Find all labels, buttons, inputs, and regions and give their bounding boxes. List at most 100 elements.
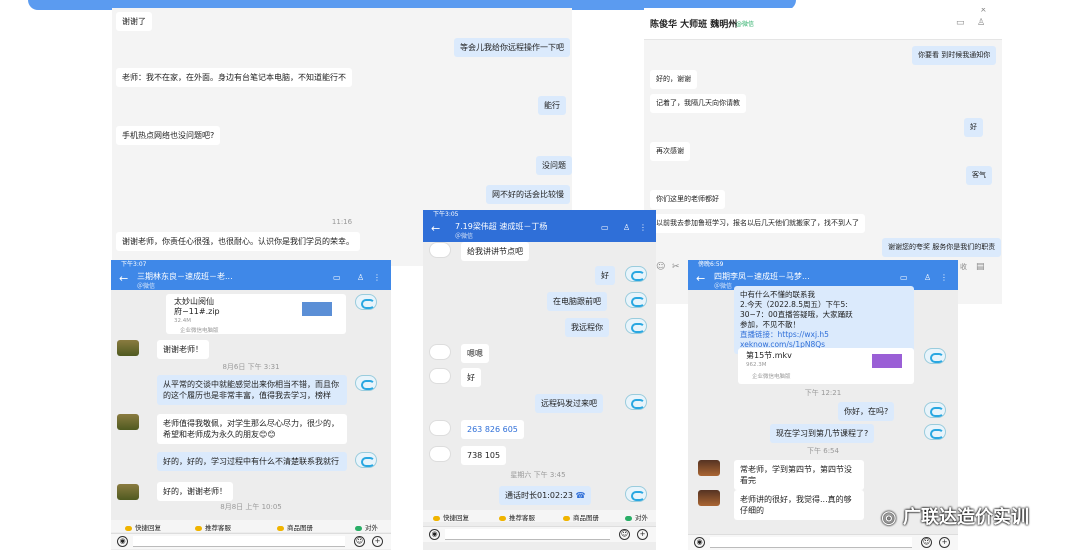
avatar[interactable] <box>698 460 720 476</box>
message-bubble: 我远程你 <box>565 318 609 337</box>
message-input[interactable] <box>710 537 912 548</box>
more-icon[interactable]: ⋮ <box>940 273 948 282</box>
message-bubble: 再次感谢 <box>650 142 690 161</box>
avatar[interactable] <box>924 348 946 364</box>
collapse-label[interactable]: 收 <box>960 262 967 272</box>
message-bubble: 好的，谢谢 <box>650 70 697 89</box>
message-input[interactable] <box>133 536 345 547</box>
message-bubble: 你要看 到时候我通知你 <box>912 46 997 65</box>
message-bubble: 谢谢老师！ <box>157 340 209 359</box>
avatar[interactable] <box>429 344 451 360</box>
plus-icon[interactable]: + <box>372 536 383 547</box>
watermark-logo: ◎ 广联达造价实训 <box>881 507 1029 528</box>
plus-icon[interactable]: + <box>939 537 950 548</box>
call-duration: 通话时长01:02:23 <box>505 491 573 500</box>
avatar[interactable] <box>355 375 377 391</box>
back-icon[interactable]: ← <box>696 272 705 285</box>
file-name: 太妙山阅仙 <box>174 297 214 306</box>
message-bubble: 好 <box>461 368 481 387</box>
avatar[interactable] <box>117 484 139 500</box>
video-call-icon[interactable]: ▭ <box>333 273 341 282</box>
call-duration-message[interactable]: 通话时长01:02:23 ☎ <box>499 486 592 505</box>
message-bubble: 好的，好的，学习过程中有什么不清楚联系我就行 <box>157 452 347 471</box>
more-icon[interactable]: ⋮ <box>373 273 381 282</box>
avatar[interactable] <box>355 452 377 468</box>
external-button[interactable]: 对外 <box>625 512 648 522</box>
avatar[interactable] <box>625 318 647 334</box>
avatar[interactable] <box>625 486 647 502</box>
voice-icon[interactable]: ◉ <box>429 529 440 540</box>
status-bar: 傍晚6:59 <box>688 260 958 270</box>
quick-actions: 快捷回复 推荐客服 商品图册 对外 <box>423 510 656 522</box>
file-name: 第15节.mkv <box>746 351 792 360</box>
voice-icon[interactable]: ◉ <box>694 537 705 548</box>
people-icon[interactable]: ♙ <box>623 223 630 232</box>
emoji-icon[interactable]: ☺ <box>656 262 665 272</box>
add-member-icon[interactable]: ♙ <box>977 18 985 28</box>
quick-reply-button[interactable]: 快捷回复 <box>125 522 161 532</box>
message-bubble: 老师讲的很好，我觉得...真的够仔细的 <box>734 490 864 520</box>
phone-chat-a: 下午3:07 ← 三期林东良－速成班－老... ＠微信 ▭ ♙ ⋮ 太妙山阅仙 … <box>111 260 391 550</box>
message-bubble: 手机热点网络也没问题吧? <box>116 126 221 145</box>
more-icon[interactable]: ⋮ <box>639 223 647 232</box>
avatar[interactable] <box>429 242 451 258</box>
avatar[interactable] <box>117 340 139 356</box>
message-input[interactable] <box>445 529 610 540</box>
remote-code-1[interactable]: 263 826 605 <box>461 420 524 439</box>
message-bubble: 好 <box>964 118 983 137</box>
avatar[interactable] <box>429 446 451 462</box>
recommend-service-button[interactable]: 推荐客服 <box>195 522 231 532</box>
avatar[interactable] <box>429 420 451 436</box>
external-button[interactable]: 对外 <box>355 522 378 532</box>
file-message[interactable]: 太妙山阅仙 府−11#.zip 32.4M 企业微信电脑版 <box>166 294 346 334</box>
video-call-icon[interactable]: ▭ <box>601 223 609 232</box>
video-call-icon[interactable]: ▭ <box>900 273 908 282</box>
nav-bar: ← 7.19梁伟超 速成班－丁杨 ＠微信 ▭ ♙ ⋮ <box>423 220 656 242</box>
emoji-icon[interactable]: ☺ <box>354 536 365 547</box>
quick-reply-button[interactable]: 快捷回复 <box>433 512 469 522</box>
avatar[interactable] <box>924 402 946 418</box>
message-bubble: 网不好的话会比较慢 <box>486 185 570 204</box>
emoji-icon[interactable]: ☺ <box>619 529 630 540</box>
message-bubble: 好 <box>595 266 615 285</box>
history-icon[interactable]: ▤ <box>976 262 985 272</box>
wechat-tag: @微信 <box>736 21 755 28</box>
avatar[interactable] <box>625 394 647 410</box>
message-bubble: 给我讲讲节点吧 <box>461 242 529 261</box>
message-bubble: 没问题 <box>536 156 572 175</box>
avatar[interactable] <box>924 424 946 440</box>
avatar[interactable] <box>355 294 377 310</box>
emoji-icon[interactable]: ☺ <box>921 537 932 548</box>
avatar[interactable] <box>625 292 647 308</box>
timestamp: 下午 12:21 <box>804 389 842 397</box>
timestamp: 11:16 <box>331 218 353 226</box>
file-message[interactable]: 第15节.mkv 962.3M 企业微信电脑版 <box>738 348 914 384</box>
remote-code-2: 738 105 <box>461 446 507 465</box>
product-album-button[interactable]: 商品图册 <box>277 522 313 532</box>
people-icon[interactable]: ♙ <box>357 273 364 282</box>
product-album-button[interactable]: 商品图册 <box>563 512 599 522</box>
avatar[interactable] <box>698 490 720 506</box>
input-bar: ◉ ☺ + <box>111 533 391 549</box>
voice-icon[interactable]: ◉ <box>117 536 128 547</box>
back-icon[interactable]: ← <box>431 222 440 235</box>
avatar[interactable] <box>625 266 647 282</box>
notice-message: 中有什么不懂的联系我 2.今天（2022.8.5周五）下午5: 30−7：00直… <box>734 286 914 354</box>
scissors-icon[interactable]: ✂ <box>672 262 680 272</box>
file-size: 32.4M <box>174 318 191 324</box>
wechat-icon: ◎ <box>881 507 897 528</box>
avatar[interactable] <box>117 414 139 430</box>
avatar[interactable] <box>429 368 451 384</box>
plus-icon[interactable]: + <box>637 529 648 540</box>
message-bubble: 记着了，我隔几天向你请教 <box>650 94 746 113</box>
back-icon[interactable]: ← <box>119 272 128 285</box>
recommend-service-button[interactable]: 推荐客服 <box>499 512 535 522</box>
message-bubble: 从平常的交谈中就能感觉出来你相当不错，而且你的这个履历也是非常丰富，值得我去学习… <box>157 375 347 405</box>
file-source: 企业微信电脑版 <box>752 374 791 380</box>
timestamp: 8月6日 下午 3:31 <box>222 363 280 371</box>
chat-subtitle: ＠微信 <box>455 233 474 240</box>
close-icon[interactable]: × <box>980 8 987 14</box>
video-call-icon[interactable]: ▭ <box>956 18 965 28</box>
people-icon[interactable]: ♙ <box>924 273 931 282</box>
phone-icon: ☎ <box>575 491 586 500</box>
